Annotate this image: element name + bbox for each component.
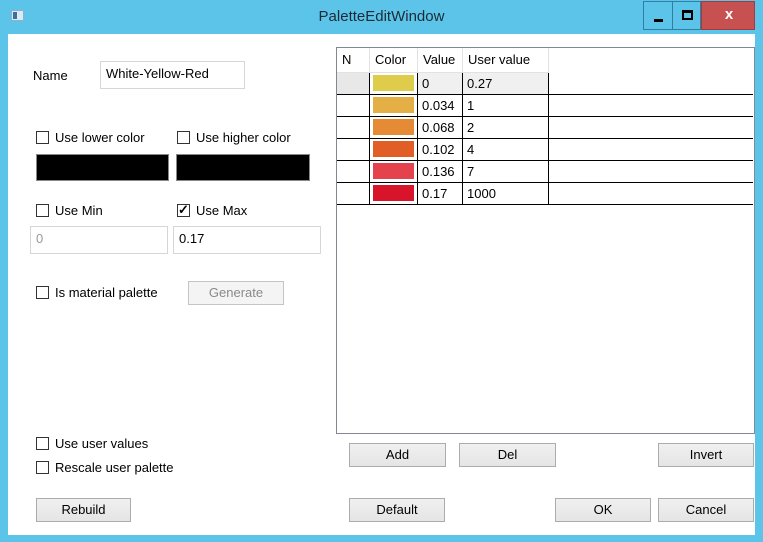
user-value-cell[interactable]: 0.27	[463, 73, 549, 95]
generate-button[interactable]: Generate	[188, 281, 284, 305]
value-cell[interactable]: 0.102	[418, 139, 463, 161]
name-label: Name	[33, 68, 68, 83]
use-lower-color-checkbox[interactable]: Use lower color	[36, 130, 145, 145]
color-cell[interactable]	[370, 117, 418, 139]
value-cell[interactable]: 0.136	[418, 161, 463, 183]
row-header-cell[interactable]	[337, 95, 370, 117]
checkbox-box	[36, 204, 49, 217]
color-cell[interactable]	[370, 161, 418, 183]
filler-cell	[549, 183, 753, 205]
color-swatch	[373, 185, 414, 201]
row-header-cell[interactable]	[337, 73, 370, 95]
use-higher-color-checkbox[interactable]: Use higher color	[177, 130, 291, 145]
table-row[interactable]: 0.068 2	[337, 117, 753, 139]
column-header-value[interactable]: Value	[418, 48, 463, 73]
color-cell[interactable]	[370, 183, 418, 205]
close-icon: x	[724, 6, 734, 23]
use-min-checkbox[interactable]: Use Min	[36, 203, 103, 218]
minimize-button[interactable]	[643, 1, 672, 30]
minimize-icon	[654, 19, 663, 22]
checkbox-box	[36, 286, 49, 299]
palette-grid[interactable]: N Color Value User value 0 0.27 0.034 1 0.06…	[336, 47, 755, 434]
row-header-cell[interactable]	[337, 183, 370, 205]
column-header-user-value[interactable]: User value	[463, 48, 549, 73]
color-swatch	[373, 141, 414, 157]
use-user-values-checkbox[interactable]: Use user values	[36, 436, 148, 451]
user-value-cell[interactable]: 7	[463, 161, 549, 183]
color-swatch	[373, 119, 414, 135]
user-value-cell[interactable]: 1	[463, 95, 549, 117]
color-cell[interactable]	[370, 95, 418, 117]
value-cell[interactable]: 0.17	[418, 183, 463, 205]
maximize-button[interactable]	[672, 1, 701, 30]
table-row[interactable]: 0.136 7	[337, 161, 753, 183]
close-button[interactable]: x	[701, 1, 755, 30]
table-row[interactable]: 0.17 1000	[337, 183, 753, 205]
column-header-n[interactable]: N	[337, 48, 370, 73]
color-cell[interactable]	[370, 139, 418, 161]
max-value-input[interactable]: 0.17	[173, 226, 321, 254]
add-button[interactable]: Add	[349, 443, 446, 467]
checkbox-box	[177, 131, 190, 144]
filler-cell	[549, 117, 753, 139]
user-value-cell[interactable]: 4	[463, 139, 549, 161]
grid-rows: 0 0.27 0.034 1 0.068 2 0.102 4 0.136 7 0.17 1000	[337, 73, 753, 205]
user-value-cell[interactable]: 2	[463, 117, 549, 139]
checkbox-box	[36, 131, 49, 144]
higher-color-swatch[interactable]	[176, 154, 310, 181]
use-max-checkbox[interactable]: Use Max	[177, 202, 248, 218]
row-header-cell[interactable]	[337, 161, 370, 183]
checkbox-box	[36, 461, 49, 474]
lower-color-swatch[interactable]	[36, 154, 169, 181]
checkbox-box-checked	[177, 202, 190, 218]
use-min-label: Use Min	[55, 203, 103, 218]
color-swatch	[373, 163, 414, 179]
color-swatch	[373, 75, 414, 91]
name-input[interactable]: White-Yellow-Red	[100, 61, 245, 89]
row-header-cell[interactable]	[337, 139, 370, 161]
rescale-user-palette-checkbox[interactable]: Rescale user palette	[36, 460, 174, 475]
filler-cell	[549, 95, 753, 117]
value-cell[interactable]: 0	[418, 73, 463, 95]
ok-button[interactable]: OK	[555, 498, 651, 522]
color-cell[interactable]	[370, 73, 418, 95]
table-row[interactable]: 0.034 1	[337, 95, 753, 117]
title-bar: PaletteEditWindow x	[0, 0, 763, 34]
use-max-label: Use Max	[196, 203, 248, 218]
rescale-user-palette-label: Rescale user palette	[55, 460, 174, 475]
invert-button[interactable]: Invert	[658, 443, 754, 467]
column-header-color[interactable]: Color	[370, 48, 418, 73]
default-button[interactable]: Default	[349, 498, 445, 522]
checkbox-box	[36, 437, 49, 450]
use-user-values-label: Use user values	[55, 436, 149, 451]
rebuild-button[interactable]: Rebuild	[36, 498, 131, 522]
table-row[interactable]: 0.102 4	[337, 139, 753, 161]
grid-header: N Color Value User value	[337, 48, 549, 73]
window-client-area: Name White-Yellow-Red Use lower color Us…	[8, 34, 755, 535]
value-cell[interactable]: 0.034	[418, 95, 463, 117]
filler-cell	[549, 73, 753, 95]
use-lower-color-label: Use lower color	[55, 130, 145, 145]
use-higher-color-label: Use higher color	[196, 130, 291, 145]
is-material-palette-label: Is material palette	[55, 285, 158, 300]
row-header-cell[interactable]	[337, 117, 370, 139]
user-value-cell[interactable]: 1000	[463, 183, 549, 205]
filler-cell	[549, 139, 753, 161]
del-button[interactable]: Del	[459, 443, 556, 467]
filler-cell	[549, 161, 753, 183]
color-swatch	[373, 97, 414, 113]
value-cell[interactable]: 0.068	[418, 117, 463, 139]
maximize-icon	[682, 10, 693, 20]
min-value-input[interactable]: 0	[30, 226, 168, 254]
is-material-palette-checkbox[interactable]: Is material palette	[36, 285, 158, 300]
cancel-button[interactable]: Cancel	[658, 498, 754, 522]
table-row[interactable]: 0 0.27	[337, 73, 753, 95]
